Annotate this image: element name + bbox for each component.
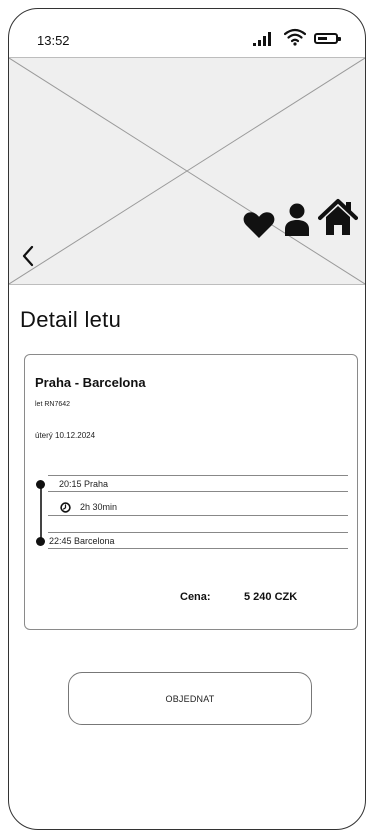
departure-row: 20:15 Praha (48, 475, 348, 492)
price-label: Cena: (180, 591, 211, 603)
duration-row: 2h 30min (48, 499, 348, 516)
user-icon[interactable] (284, 203, 310, 237)
departure-time-place: 20:15 Praha (59, 479, 109, 489)
price-value: 5 240 CZK (244, 591, 298, 603)
order-button[interactable]: OBJEDNAT (68, 672, 312, 725)
arrival-time-place: 22:45 Barcelona (49, 536, 115, 546)
home-icon[interactable] (318, 198, 358, 236)
status-time: 13:52 (37, 33, 70, 48)
back-arrow-icon[interactable] (20, 244, 36, 268)
timeline-line (40, 484, 42, 541)
arrival-dot (36, 537, 45, 546)
departure-dot (36, 480, 45, 489)
heart-icon[interactable] (243, 211, 275, 239)
flight-duration: 2h 30min (80, 502, 118, 512)
battery-icon (314, 33, 341, 44)
clock-icon (60, 502, 71, 513)
page-title: Detail letu (20, 307, 122, 332)
wifi-icon (284, 28, 306, 46)
arrival-row: 22:45 Barcelona (48, 532, 348, 549)
status-bar: 13:52 (9, 9, 365, 57)
flight-detail-card: Praha - Barcelona let RN7642 úterý 10.12… (24, 354, 358, 630)
flight-date: úterý 10.12.2024 (35, 431, 96, 440)
image-placeholder-cross (9, 58, 365, 284)
hero-image-placeholder (9, 57, 365, 285)
signal-icon (253, 32, 273, 46)
phone-frame: 13:52 Detail letu Praha - Barcelona let … (8, 8, 366, 830)
flight-route: Praha - Barcelona (35, 375, 146, 390)
flight-number: let RN7642 (35, 401, 71, 408)
